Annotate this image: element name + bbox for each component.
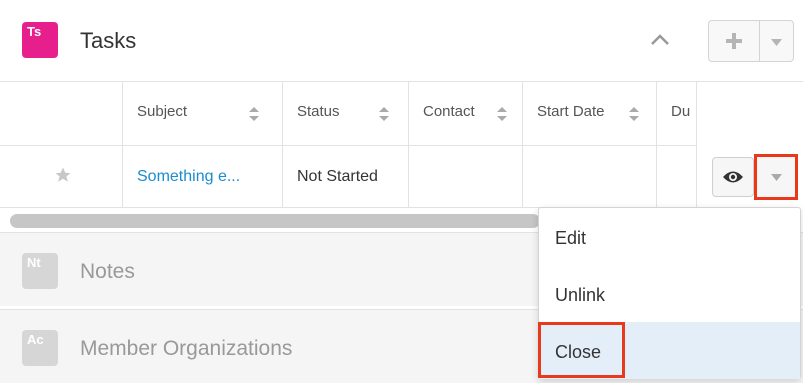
tasks-module-badge: Ts xyxy=(22,22,58,58)
member-organizations-panel-title: Member Organizations xyxy=(80,337,293,360)
column-contact[interactable]: Contact xyxy=(408,82,522,146)
contact-cell xyxy=(408,146,522,208)
member-organizations-module-badge: Ac xyxy=(22,330,58,366)
caret-down-icon xyxy=(771,174,782,181)
add-task-button[interactable] xyxy=(709,21,761,61)
plus-icon xyxy=(726,33,742,49)
caret-down-icon xyxy=(771,39,783,46)
tasks-panel-title: Tasks xyxy=(80,28,137,53)
sort-icon xyxy=(379,107,389,121)
eye-icon xyxy=(723,171,743,183)
column-start-date-label: Start Date xyxy=(537,103,605,120)
column-status[interactable]: Status xyxy=(282,82,408,146)
menu-item-edit[interactable]: Edit xyxy=(539,208,800,265)
add-button-group xyxy=(708,20,794,62)
column-contact-label: Contact xyxy=(423,103,475,120)
column-start-date[interactable]: Start Date xyxy=(522,82,656,146)
row-actions-dropdown[interactable] xyxy=(754,154,798,200)
sort-icon xyxy=(249,107,259,121)
subject-link[interactable]: Something e... xyxy=(122,146,282,208)
close-highlight-box xyxy=(538,322,625,378)
notes-module-badge: Nt xyxy=(22,253,58,289)
preview-button[interactable] xyxy=(712,157,754,197)
star-icon[interactable] xyxy=(54,166,72,189)
due-date-cell xyxy=(656,146,696,208)
sort-icon xyxy=(629,107,639,121)
horizontal-scrollbar[interactable] xyxy=(10,214,540,228)
start-date-cell xyxy=(522,146,656,208)
column-due-date-label: Du xyxy=(671,103,691,120)
add-more-dropdown[interactable] xyxy=(760,21,793,61)
column-subject-label: Subject xyxy=(137,103,188,120)
status-cell: Not Started xyxy=(282,146,408,208)
sort-icon xyxy=(497,107,507,121)
chevron-up-icon[interactable] xyxy=(650,32,670,51)
notes-panel-title: Notes xyxy=(80,260,135,283)
column-subject[interactable]: Subject xyxy=(122,82,282,146)
menu-item-unlink[interactable]: Unlink xyxy=(539,265,800,322)
column-status-label: Status xyxy=(297,103,340,120)
column-due-date[interactable]: Du xyxy=(656,82,696,146)
